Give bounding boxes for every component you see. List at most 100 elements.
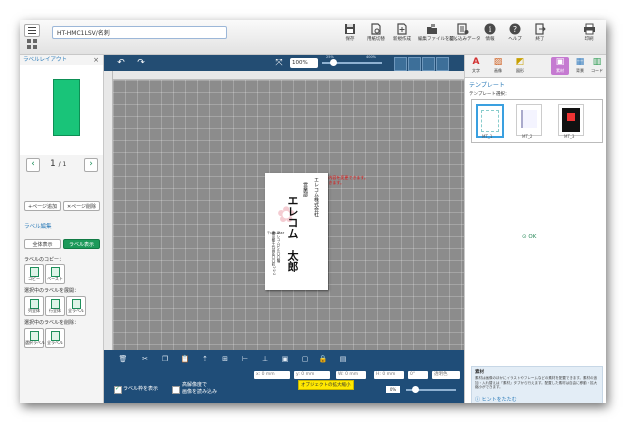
card-name[interactable]: エレコム 太郎 <box>284 195 300 272</box>
delete-all-button[interactable]: 全ラベル <box>45 328 65 348</box>
x-position-field[interactable]: x: 0 mm <box>254 371 290 379</box>
paper-switch-label: 用紙切替 <box>367 37 385 42</box>
info-icon: i <box>484 23 496 35</box>
open-file-button[interactable]: 編集ファイルを開く <box>418 23 459 42</box>
high-res-checkbox[interactable] <box>172 386 180 394</box>
view-mode-4-icon[interactable] <box>436 57 449 71</box>
tool-tabs: A 文字 ▨ 画像 ◩ 図形 ▣ 素材 ▦ 背景 ▥ コード <box>465 55 606 78</box>
copy-object-icon[interactable]: ❐ <box>160 354 170 364</box>
ok-button[interactable]: ⊙ OK <box>522 234 536 240</box>
redo-icon[interactable]: ↷ <box>134 58 148 68</box>
tab-text[interactable]: A 文字 <box>467 57 485 75</box>
card-address-1[interactable]: 東京都千代田区〇〇町1-2-3 <box>272 231 277 275</box>
zoom-select[interactable]: 100% <box>290 58 318 68</box>
page-indicator: 1 / 1 <box>50 159 66 169</box>
template-mt2-thumbnail[interactable] <box>516 104 542 136</box>
template-mt1-thumbnail[interactable] <box>476 104 504 138</box>
new-file-label: 新規作成 <box>393 37 411 42</box>
prev-page-button[interactable]: ‹ <box>26 158 40 172</box>
delete-selected-button[interactable]: 選択ラベル <box>24 328 45 348</box>
card-address-2[interactable]: エレコムビル〇〇階 <box>277 231 282 263</box>
tab-image-label: 画像 <box>494 68 502 73</box>
hamburger-menu-icon[interactable] <box>24 24 40 37</box>
merge-data-button[interactable]: 差し込みデータ <box>449 23 481 42</box>
object-settings-icon[interactable]: ▤ <box>338 354 348 364</box>
new-file-button[interactable]: 新規作成 <box>388 23 416 42</box>
template-subtitle: テンプレート選択： <box>469 92 510 97</box>
view-mode-3-icon[interactable] <box>422 57 435 71</box>
info-button[interactable]: i 情報 <box>476 23 504 42</box>
template-mt3-thumbnail[interactable] <box>558 104 584 136</box>
cut-icon[interactable]: ✂ <box>140 354 150 364</box>
file-tab[interactable]: HT-HMC1LSV/名刺 <box>52 26 227 39</box>
ungroup-icon[interactable]: ▢ <box>300 354 310 364</box>
page-current: 1 <box>50 159 56 169</box>
exit-button[interactable]: 終了 <box>526 23 554 42</box>
card-postal[interactable]: 〒123-4567 <box>267 231 284 235</box>
paper-switch-icon <box>371 23 381 35</box>
exit-label: 終了 <box>535 37 545 42</box>
image-tab-icon: ▨ <box>493 57 503 67</box>
rotation-field[interactable]: 0° <box>408 371 428 379</box>
tab-image[interactable]: ▨ 画像 <box>489 57 507 75</box>
tab-background[interactable]: ▦ 背景 <box>571 57 589 75</box>
copy-section-title: ラベルのコピー： <box>24 257 65 263</box>
expand-all-label: 全ラベル <box>68 308 84 313</box>
align-center-icon[interactable]: ⊥ <box>260 354 270 364</box>
collapse-hint-button[interactable]: ⓘ ヒントをたたむ <box>475 396 517 403</box>
add-page-button[interactable]: +ページ追加 <box>24 201 61 211</box>
expand-all-button[interactable]: 全ラベル <box>66 296 86 316</box>
help-button[interactable]: ? ヘルプ <box>501 23 529 42</box>
tab-code[interactable]: ▥ コード <box>588 57 606 75</box>
help-icon: ? <box>509 23 521 35</box>
apps-grid-icon[interactable] <box>27 39 37 49</box>
business-card[interactable]: ✿ エレコム株式会社 営業部 エレコム 太郎 エレコムビル〇〇階 東京都千代田区… <box>265 173 328 290</box>
label-thumbnail[interactable] <box>53 79 80 136</box>
expand-row-button[interactable]: 行全体 <box>45 296 65 316</box>
group-icon[interactable]: ▣ <box>280 354 290 364</box>
opacity-slider-handle[interactable] <box>412 386 419 393</box>
trash-icon[interactable]: 🗑 <box>118 354 128 364</box>
y-position-field[interactable]: y: 0 mm <box>294 371 330 379</box>
tab-shape[interactable]: ◩ 図形 <box>511 57 529 75</box>
expand-section-title: 選択中のラベルを展開： <box>24 288 80 294</box>
show-all-button[interactable]: 全体表示 <box>24 239 61 249</box>
expand-column-button[interactable]: 列全体 <box>24 296 44 316</box>
lock-icon[interactable]: 🔒 <box>318 354 328 364</box>
paper-switch-button[interactable]: 用紙切替 <box>362 23 390 42</box>
print-button[interactable]: 印刷 <box>575 23 603 42</box>
paste-label: ペースト <box>47 276 63 281</box>
show-frame-checkbox[interactable]: ✓ <box>114 385 122 394</box>
page-navigator: ‹ 1 / 1 › <box>20 155 103 175</box>
paste-object-icon[interactable]: 📋 <box>180 354 190 364</box>
hint-collapse-icon: ⓘ <box>475 397 481 403</box>
height-field[interactable]: H: 0 mm <box>374 371 404 379</box>
label-layout-title: ラベルレイアウト <box>23 57 68 63</box>
close-icon[interactable]: × <box>93 55 99 65</box>
card-company[interactable]: エレコム株式会社 <box>313 177 320 217</box>
opacity-value[interactable]: 0% <box>386 386 400 393</box>
delete-selected-label: 選択ラベル <box>25 340 45 345</box>
align-left-icon[interactable]: ⊢ <box>240 354 250 364</box>
show-label-button[interactable]: ラベル表示 <box>63 239 100 249</box>
width-field[interactable]: W: 0 mm <box>336 371 366 379</box>
template-title: テンプレート <box>469 82 505 89</box>
paste-button[interactable]: ペースト <box>45 264 65 284</box>
background-tab-icon: ▦ <box>575 57 585 67</box>
tab-material[interactable]: ▣ 素材 <box>551 57 569 75</box>
copy-button[interactable]: コピー <box>24 264 44 284</box>
align-icon[interactable]: ⊞ <box>220 354 230 364</box>
zoom-slider-handle[interactable] <box>330 59 337 66</box>
delete-page-button[interactable]: ✕ページ削除 <box>63 201 100 211</box>
save-button[interactable]: 保存 <box>336 23 364 42</box>
undo-icon[interactable]: ↶ <box>114 58 128 68</box>
view-mode-1-icon[interactable] <box>394 57 407 71</box>
svg-text:?: ? <box>513 25 517 34</box>
view-mode-2-icon[interactable] <box>408 57 421 71</box>
layer-up-icon[interactable]: ⇡ <box>200 354 210 364</box>
next-page-button[interactable]: › <box>84 158 98 172</box>
card-department[interactable]: 営業部 <box>302 182 309 197</box>
transparency-button[interactable]: 透明色 <box>432 371 460 379</box>
fit-screen-icon[interactable]: ⤧ <box>272 58 286 68</box>
top-toolbar: HT-HMC1LSV/名刺 保存 用紙切替 新規作成 編集ファイルを開く 差し込… <box>20 20 606 55</box>
